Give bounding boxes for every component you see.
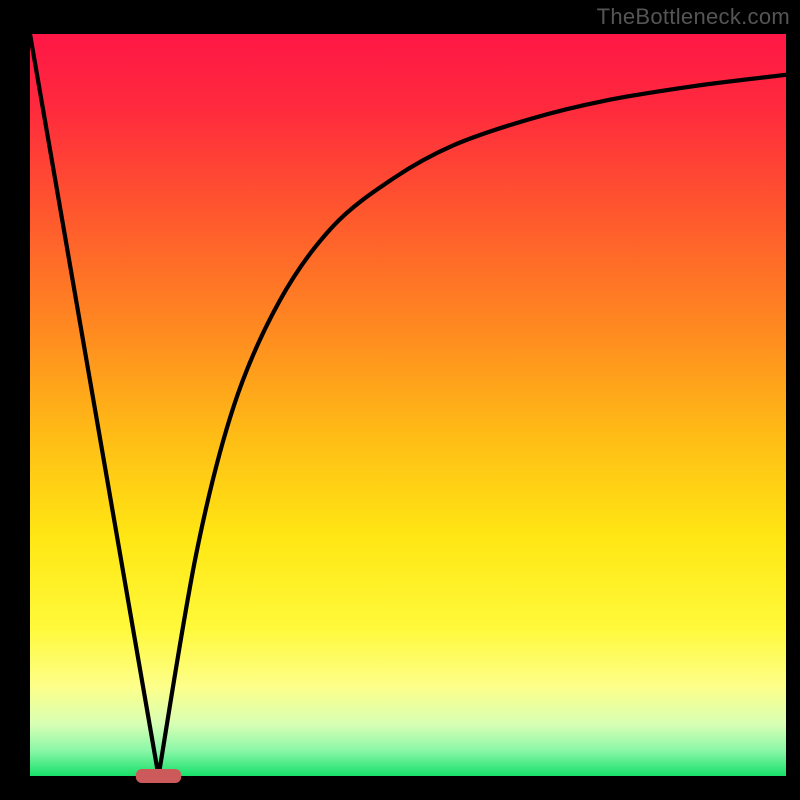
min-marker — [136, 769, 181, 783]
chart-frame: TheBottleneck.com — [0, 0, 800, 800]
plot-background — [30, 34, 786, 776]
attribution-text: TheBottleneck.com — [597, 4, 790, 30]
bottleneck-chart — [0, 0, 800, 800]
